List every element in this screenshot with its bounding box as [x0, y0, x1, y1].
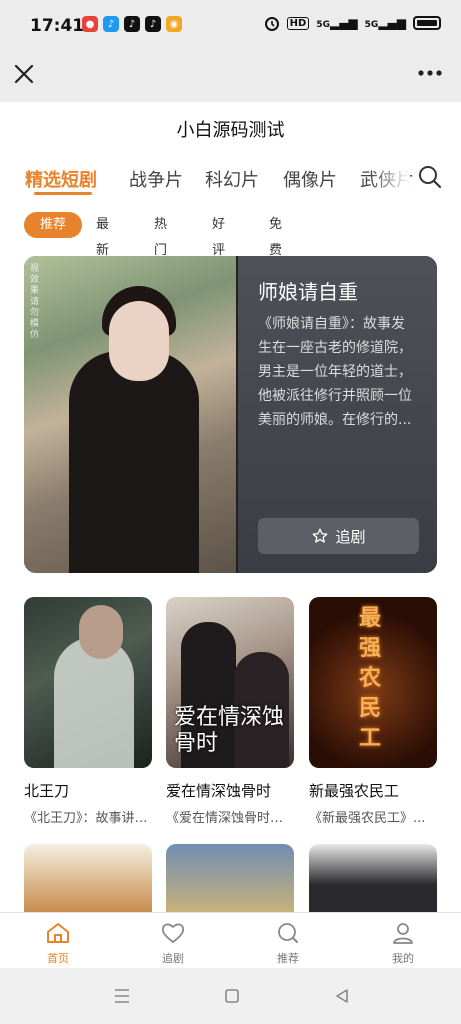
tab-following-label: 追剧 [162, 952, 184, 965]
featured-figure [69, 351, 199, 573]
drama-description: 《爱在情深蚀骨时》... [166, 811, 294, 826]
tabs-fade [370, 162, 410, 198]
status-time: 17:41 [30, 16, 85, 36]
notification-icons: ● ♪ ♪ ♪ ◉ [82, 16, 182, 32]
drama-title: 新最强农民工 [309, 782, 400, 800]
tab-recommend[interactable]: 推荐 [248, 913, 328, 969]
hd-badge: HD [286, 16, 310, 30]
tab-idol[interactable]: 偶像片 [283, 166, 337, 192]
drama-title: 爱在情深蚀骨时 [166, 782, 272, 800]
search-icon[interactable] [417, 164, 443, 190]
chip-recommended[interactable]: 推荐 [24, 212, 82, 238]
bottom-tab-bar: 首页 追剧 推荐 我的 [0, 912, 461, 968]
active-tab-indicator [34, 192, 92, 195]
featured-face [109, 301, 169, 381]
drama-poster-partial[interactable] [24, 844, 152, 912]
drama-title: 北王刀 [24, 782, 70, 800]
featured-poster[interactable]: 视效果请勿模仿 [24, 256, 237, 573]
heart-icon [161, 923, 185, 943]
tiktok-lite-icon: ♪ [145, 16, 161, 32]
tab-home[interactable]: 首页 [18, 913, 98, 969]
status-indicators: HD 5G▂▄▆ 5G▂▄▆ [264, 15, 441, 31]
drama-poster-partial[interactable] [166, 844, 294, 912]
featured-description: 《师娘请自重》：故事发生在一座古老的修道院，男主是一位年轻的道士，他被派往修行并… [258, 316, 412, 428]
tab-scifi[interactable]: 科幻片 [205, 166, 259, 192]
drama-poster[interactable]: 爱在情深蚀骨时 [166, 597, 294, 768]
drama-description: 《新最强农民工》... [309, 811, 426, 826]
profile-icon [393, 923, 413, 944]
home-icon [47, 923, 69, 943]
network-type-label-2: 5G [364, 20, 379, 30]
follow-label: 追剧 [335, 527, 366, 546]
featured-info-panel: 师娘请自重 《师娘请自重》：故事发生在一座古老的修道院，男主是一位年轻的道士，他… [238, 256, 437, 573]
drama-description: 《北王刀》：故事讲述... [24, 811, 152, 826]
tab-profile-label: 我的 [392, 952, 414, 965]
chip-latest[interactable]: 最新 [96, 212, 109, 258]
drama-poster[interactable] [24, 597, 152, 768]
drama-card[interactable]: 北王刀 《北王刀》：故事讲述... [24, 597, 152, 826]
featured-card[interactable]: 视效果请勿模仿 师娘请自重 《师娘请自重》：故事发生在一座古老的修道院，男主是一… [24, 256, 437, 573]
poster-title-art: 最强农民工 [359, 605, 382, 751]
more-icon[interactable] [417, 66, 443, 80]
chip-free[interactable]: 免费 [269, 212, 282, 258]
featured-title: 师娘请自重 [258, 280, 358, 304]
tab-recommend-label: 推荐 [277, 952, 299, 965]
tiktok-icon: ♪ [124, 16, 140, 32]
drama-card[interactable]: 爱在情深蚀骨时 爱在情深蚀骨时 《爱在情深蚀骨时》... [166, 597, 294, 826]
nav-bar [0, 52, 461, 102]
search-icon [278, 923, 298, 943]
system-nav-bar [0, 968, 461, 1024]
drama-poster-partial[interactable] [309, 844, 437, 912]
chip-hot[interactable]: 热门 [154, 212, 167, 258]
tab-war[interactable]: 战争片 [129, 166, 183, 192]
status-bar: 17:41 ● ♪ ♪ ♪ ◉ HD 5G▂▄▆ 5G▂▄▆ [0, 0, 461, 52]
poster-title-art: 爱在情深蚀骨时 [174, 705, 285, 756]
drama-card[interactable]: 最强农民工 新最强农民工 《新最强农民工》... [309, 597, 437, 826]
weibo-icon: ◉ [166, 16, 182, 32]
chip-top-rated[interactable]: 好评 [212, 212, 225, 258]
tab-featured-shorts[interactable]: 精选短剧 [25, 166, 97, 192]
close-icon[interactable] [10, 60, 38, 88]
follow-button[interactable]: 追剧 [258, 518, 419, 554]
poster-head [79, 605, 123, 659]
tab-home-label: 首页 [47, 952, 69, 965]
network-type-label: 5G [316, 20, 330, 30]
alarm-icon [264, 17, 279, 31]
battery-icon [413, 16, 441, 30]
tab-profile[interactable]: 我的 [363, 913, 443, 969]
signal-icon-2: 5G▂▄▆ [364, 16, 406, 30]
home-square-icon[interactable] [222, 986, 242, 1006]
signal-icon: 5G▂▄▆ [316, 16, 358, 30]
drama-poster[interactable]: 最强农民工 [309, 597, 437, 768]
back-triangle-icon[interactable] [332, 986, 352, 1006]
menu-icon[interactable] [112, 986, 132, 1006]
tab-following[interactable]: 追剧 [133, 913, 213, 969]
weibo-red-icon: ● [82, 16, 98, 32]
qq-icon: ♪ [103, 16, 119, 32]
page-title: 小白源码测试 [176, 120, 285, 141]
poster-watermark: 视效果请勿模仿 [30, 264, 40, 340]
star-icon [313, 528, 328, 543]
